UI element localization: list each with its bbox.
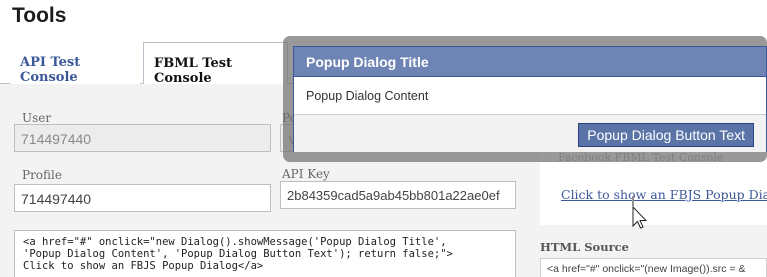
- fbml-code-editor[interactable]: <a href="#" onclick="new Dialog().showMe…: [14, 230, 516, 277]
- html-source-label: HTML Source: [540, 240, 629, 254]
- user-label: User: [22, 111, 52, 125]
- popup-dialog: Popup Dialog Title Popup Dialog Content …: [293, 46, 767, 152]
- html-source-box: <a href="#" onclick="(new Image()).src =…: [540, 258, 767, 277]
- dialog-content: Popup Dialog Content: [306, 89, 429, 103]
- tab-api-test-console[interactable]: API Test Console: [10, 42, 140, 85]
- dialog-title: Popup Dialog Title: [294, 47, 766, 77]
- profile-label: Profile: [22, 168, 62, 182]
- show-popup-link[interactable]: Click to show an FBJS Popup Dialog: [561, 187, 767, 202]
- dialog-button[interactable]: Popup Dialog Button Text: [578, 123, 754, 147]
- user-field: 714497440: [14, 124, 271, 152]
- api-key-label: API Key: [282, 167, 330, 181]
- tab-fbml-test-console[interactable]: FBML Test Console: [143, 42, 288, 86]
- dialog-footer: Popup Dialog Button Text: [294, 114, 766, 152]
- page-title: Tools: [12, 4, 67, 27]
- api-key-field[interactable]: 2b84359cad5a9ab45bb801a22ae0ef: [280, 181, 516, 209]
- mouse-pointer-icon: [632, 196, 648, 229]
- profile-field[interactable]: 714497440: [14, 184, 271, 212]
